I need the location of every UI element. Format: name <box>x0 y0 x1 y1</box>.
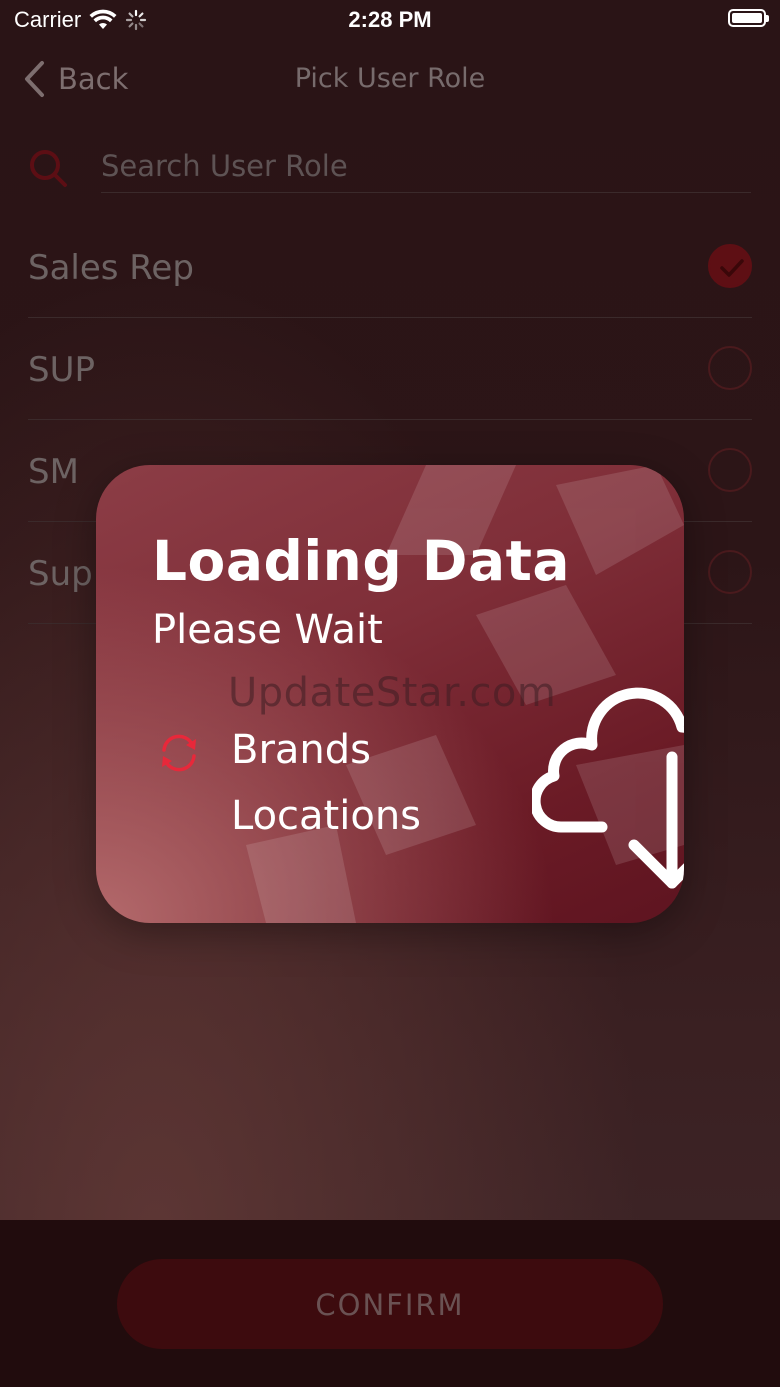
search-input[interactable] <box>101 140 751 193</box>
loading-title: Loading Data <box>152 529 571 593</box>
role-radio-button[interactable] <box>708 448 752 492</box>
task-item-brands: Brands <box>231 727 371 773</box>
confirm-button[interactable]: CONFIRM <box>117 1259 663 1349</box>
status-time: 2:28 PM <box>348 7 432 32</box>
role-label: Sup <box>28 554 93 594</box>
role-selected-checkmark[interactable] <box>708 244 752 288</box>
role-label: Sales Rep <box>28 248 194 288</box>
loading-dialog: Loading Data Please Wait UpdateStar.com … <box>96 465 684 923</box>
role-item-sales-rep[interactable]: Sales Rep <box>28 216 752 318</box>
search-icon <box>30 150 67 187</box>
role-radio-button[interactable] <box>708 346 752 390</box>
sync-icon <box>162 734 196 772</box>
role-radio-button[interactable] <box>708 550 752 594</box>
checkmark-icon <box>720 259 744 277</box>
status-bar: Carrier 2:28 PM <box>0 0 780 40</box>
cloud-download-icon <box>532 687 684 889</box>
role-item-sup[interactable]: SUP <box>28 318 752 420</box>
watermark-text: UpdateStar.com <box>228 670 557 716</box>
task-item-locations: Locations <box>231 793 422 839</box>
pick-user-role-screen: Carrier 2:28 PM Back Pick User Role Sear… <box>0 0 780 1387</box>
battery-icon <box>728 9 769 27</box>
page-title: Pick User Role <box>294 63 486 94</box>
role-label: SM <box>28 452 79 492</box>
role-label: SUP <box>28 350 95 390</box>
loading-subtitle: Please Wait <box>152 607 383 653</box>
